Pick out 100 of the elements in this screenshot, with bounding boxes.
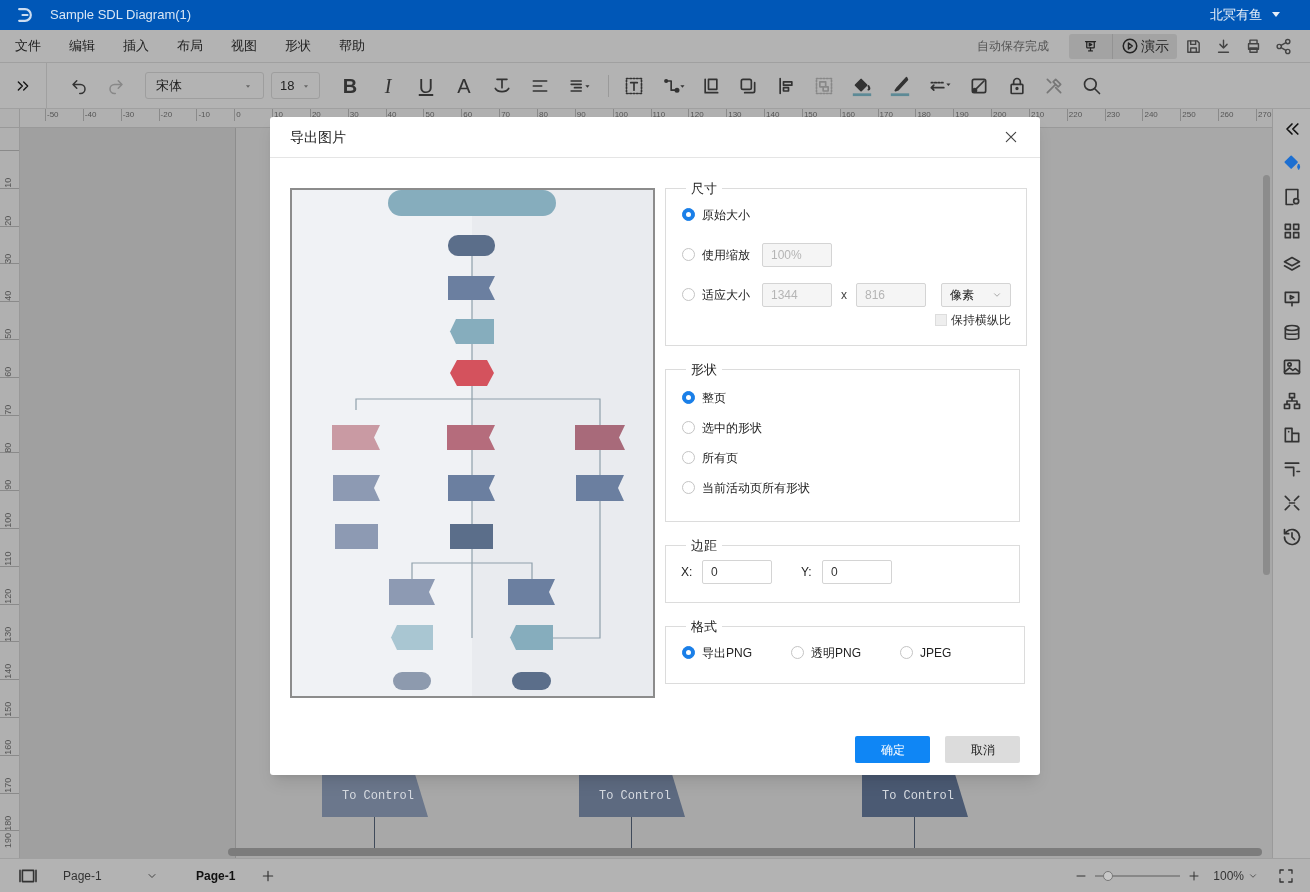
field-label: Y: (801, 563, 813, 581)
ruler-label: 60 (462, 109, 474, 120)
font-size-dropdown[interactable]: 18 (271, 72, 320, 99)
ruler-label: 140 (3, 663, 14, 680)
margin-y-field[interactable]: 0 (822, 559, 892, 584)
page-layout-icon[interactable] (17, 867, 39, 884)
ruler-label: 130 (727, 109, 743, 120)
save-icon[interactable] (1185, 37, 1202, 55)
ruler-label: 50 (3, 327, 14, 339)
zoom-in-icon[interactable] (1188, 869, 1201, 882)
lock-icon[interactable] (1007, 75, 1027, 96)
radio-button[interactable] (682, 248, 695, 261)
print-icon[interactable] (1245, 37, 1262, 55)
fullscreen-icon[interactable] (1278, 867, 1294, 884)
unit-dropdown[interactable]: 像素 (941, 282, 1011, 307)
user-menu[interactable]: 北冥有鱼 (1210, 5, 1280, 25)
caret-icon (1272, 12, 1280, 18)
history-icon[interactable] (1281, 527, 1302, 547)
menu-item[interactable]: 形状 (285, 36, 311, 56)
ruler-label: 120 (689, 109, 705, 120)
radio-button[interactable] (900, 646, 913, 659)
ruler-label: 70 (3, 403, 14, 415)
bold-button[interactable]: B (340, 70, 360, 101)
download-icon[interactable] (1215, 37, 1232, 55)
ruler-label: 120 (3, 587, 14, 604)
ruler-label: 30 (3, 252, 14, 264)
radio-button[interactable] (682, 288, 695, 301)
section-title: 边距 (690, 537, 718, 555)
ruler-label: 70 (500, 109, 512, 120)
ruler-label: -30 (121, 109, 136, 120)
font-dropdown[interactable]: 宋体 (145, 72, 264, 99)
italic-button[interactable]: I (378, 70, 398, 101)
ruler-label: 90 (3, 479, 14, 491)
underline-button[interactable]: U (416, 70, 436, 101)
ruler-label: 80 (3, 441, 14, 453)
radio-label[interactable]: 原始大小 (702, 205, 762, 224)
scrollbar[interactable] (1263, 175, 1270, 575)
menu-item[interactable]: 文件 (15, 36, 41, 56)
scrollbar[interactable] (228, 848, 1262, 856)
radio-label[interactable]: 选中的形状 (702, 418, 762, 437)
ruler-label: 180 (916, 109, 932, 120)
ruler-label: 220 (1067, 109, 1084, 120)
field-label: X: (681, 563, 694, 581)
checkbox-label[interactable]: 保持横纵比 (951, 310, 1011, 329)
menu-item[interactable]: 插入 (123, 36, 149, 56)
fit-icon[interactable] (1281, 493, 1302, 513)
ruler-label: -10 (197, 109, 211, 120)
line-color-icon[interactable] (889, 74, 911, 97)
radio-button[interactable] (682, 646, 695, 659)
menu-item[interactable]: 布局 (177, 36, 203, 56)
ruler-label: 10 (3, 176, 14, 188)
radio-label[interactable]: 透明PNG (811, 643, 861, 662)
flowchart-shape: To Control (322, 775, 428, 817)
menu-item[interactable]: 视图 (231, 36, 257, 56)
search-icon[interactable] (1082, 75, 1102, 96)
ruler-label: 200 (992, 109, 1008, 120)
radio-label[interactable]: 导出PNG (702, 643, 752, 662)
ruler-label: 90 (575, 109, 587, 120)
radio-button[interactable] (682, 391, 695, 404)
ruler-label: 260 (1219, 109, 1235, 120)
radio-button[interactable] (682, 481, 695, 494)
radio-label[interactable]: 当前活动页所有形状 (702, 478, 810, 497)
radio-button[interactable] (682, 451, 695, 464)
cancel-button[interactable]: 取消 (945, 736, 1020, 763)
hierarchy-icon[interactable] (1281, 391, 1302, 411)
radio-button[interactable] (682, 208, 695, 221)
ruler-label: 130 (3, 625, 14, 642)
ruler-label: 210 (1029, 109, 1046, 120)
page-dropdown[interactable]: Page-1 (63, 866, 158, 885)
ok-button[interactable]: 确定 (855, 736, 930, 763)
share-icon[interactable] (1275, 37, 1292, 55)
radio-button[interactable] (682, 421, 695, 434)
ruler-label: 20 (310, 109, 322, 120)
flowchart-shape: To Control (579, 775, 685, 817)
ruler-label: 190 (3, 832, 14, 849)
ruler-label: 110 (3, 550, 14, 566)
add-page-icon[interactable] (261, 868, 276, 883)
font-color-button[interactable]: A (454, 70, 474, 101)
align-icon[interactable] (776, 75, 796, 96)
play-icon (1121, 37, 1139, 55)
window-title: Sample SDL Diagram(1) (50, 6, 192, 25)
menu-item[interactable]: 帮助 (339, 36, 365, 56)
checkbox[interactable] (935, 313, 947, 326)
text-box-icon[interactable] (624, 75, 644, 96)
section-title: 尺寸 (690, 180, 718, 198)
zoom-dropdown[interactable]: 100% (1213, 866, 1258, 885)
radio-label[interactable]: JPEG (920, 643, 952, 662)
ruler-label: -20 (159, 109, 174, 120)
ruler-label: 170 (878, 109, 894, 120)
image-icon[interactable] (1281, 357, 1302, 377)
menu-item[interactable]: 编辑 (69, 36, 95, 56)
page-tab[interactable]: Page-1 (186, 866, 246, 885)
radio-button[interactable] (791, 646, 804, 659)
close-icon[interactable] (1004, 130, 1018, 144)
margin-x-field[interactable]: 0 (702, 559, 772, 584)
ruler-label: 50 (424, 109, 436, 120)
radio-label[interactable]: 整页 (702, 388, 726, 407)
radio-label[interactable]: 使用缩放 (702, 245, 762, 264)
radio-label[interactable]: 适应大小 (702, 285, 762, 304)
radio-label[interactable]: 所有页 (702, 448, 738, 467)
